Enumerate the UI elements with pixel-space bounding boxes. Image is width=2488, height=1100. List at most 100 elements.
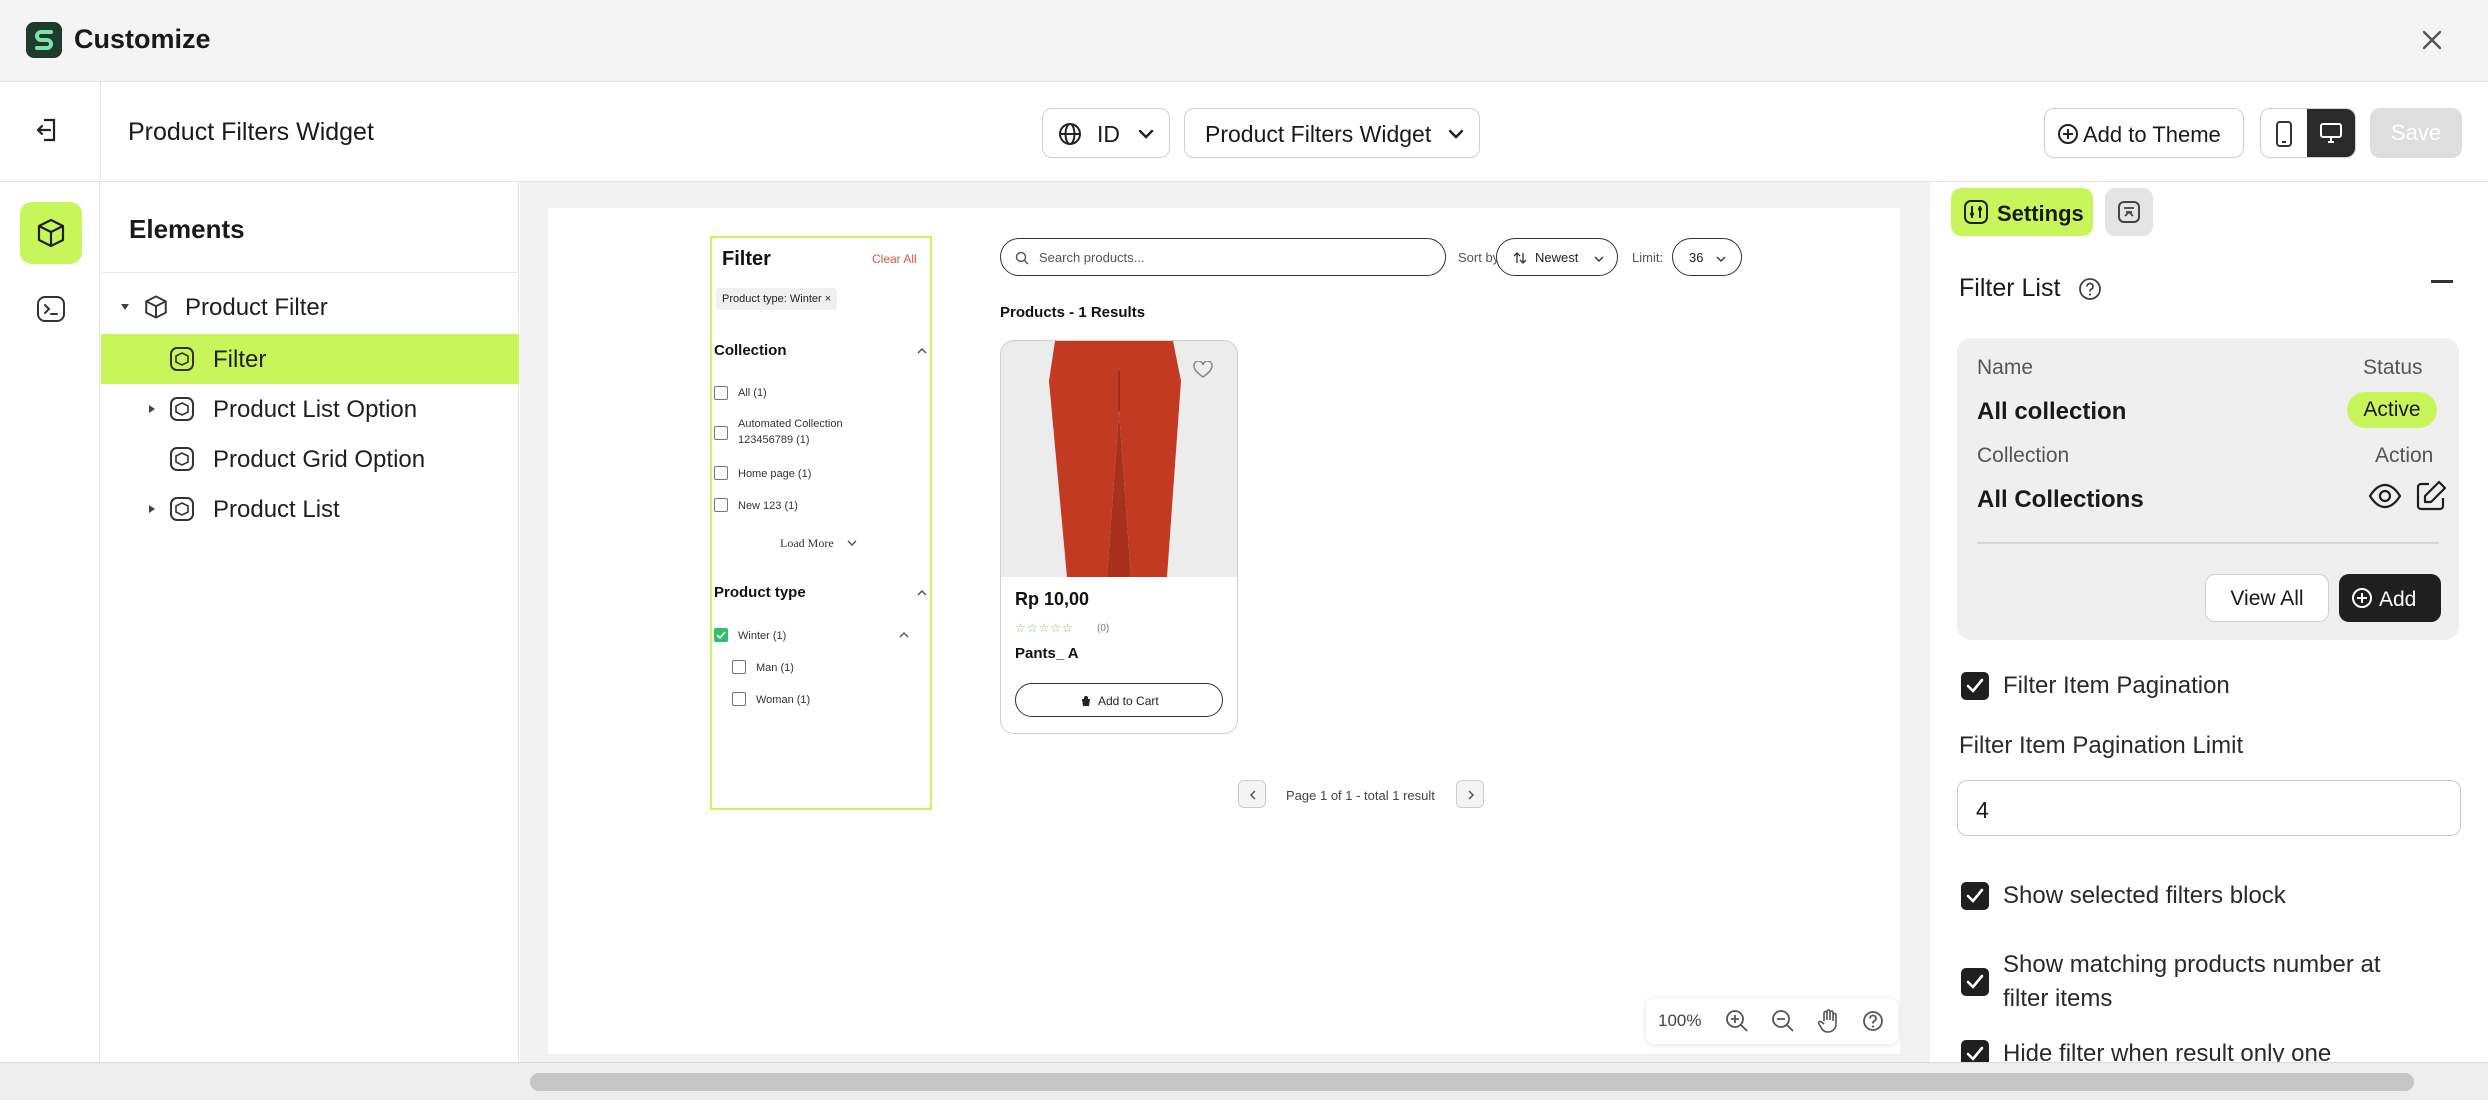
show-matching-label: Show matching products number at bbox=[2003, 951, 2381, 978]
add-filter-button[interactable]: Add bbox=[2339, 574, 2441, 622]
component-icon bbox=[170, 397, 194, 421]
load-more-link[interactable]: Load More bbox=[780, 536, 834, 551]
chevron-left-icon bbox=[1249, 790, 1256, 800]
next-page-button[interactable] bbox=[1456, 780, 1484, 808]
app-logo-icon bbox=[26, 22, 62, 58]
chevron-up-icon[interactable] bbox=[916, 588, 928, 598]
page-title: Product Filters Widget bbox=[128, 118, 374, 146]
horizontal-scrollbar[interactable] bbox=[0, 1062, 2488, 1100]
limit-label: Limit: bbox=[1632, 250, 1664, 265]
add-to-cart-label: Add to Cart bbox=[1098, 694, 1159, 708]
chevron-down-icon bbox=[847, 540, 857, 546]
sort-select[interactable]: Newest bbox=[1496, 238, 1618, 276]
title-bar: Customize bbox=[0, 0, 2488, 82]
chevron-down-icon bbox=[1594, 256, 1604, 262]
add-to-theme-button[interactable]: Add to Theme bbox=[2044, 108, 2244, 158]
prev-page-button[interactable] bbox=[1238, 780, 1266, 808]
filter-option-label: Winter (1) bbox=[738, 630, 787, 642]
view-all-button[interactable]: View All bbox=[2205, 574, 2329, 622]
zoom-in-icon[interactable] bbox=[1724, 1008, 1750, 1034]
eye-icon[interactable] bbox=[2367, 478, 2403, 514]
add-to-theme-label: Add to Theme bbox=[2083, 122, 2221, 147]
tree-item-product-grid-option[interactable]: Product Grid Option bbox=[101, 434, 519, 484]
editor-header: Product Filters Widget ID Product Filter… bbox=[0, 82, 2488, 182]
checkbox[interactable] bbox=[732, 660, 746, 674]
tree-item-label: Product Filter bbox=[185, 294, 328, 321]
product-type-section-title[interactable]: Product type bbox=[714, 584, 806, 601]
chevron-up-icon[interactable] bbox=[898, 630, 910, 640]
widget-select[interactable]: Product Filters Widget bbox=[1184, 108, 1480, 158]
product-card[interactable]: Rp 10,00 ☆☆☆☆☆ (0) Pants_ A Add to Cart bbox=[1000, 340, 1238, 734]
elements-title: Elements bbox=[129, 214, 245, 244]
edit-icon[interactable] bbox=[2413, 478, 2449, 514]
zoom-level: 100% bbox=[1658, 1011, 1702, 1030]
elements-tab-button[interactable] bbox=[20, 202, 82, 264]
desktop-view-button[interactable] bbox=[2307, 109, 2355, 157]
product-name[interactable]: Pants_ A bbox=[1015, 645, 1079, 662]
search-input[interactable]: Search products... bbox=[1000, 238, 1446, 276]
tab-style[interactable] bbox=[2105, 188, 2153, 236]
search-icon bbox=[1015, 251, 1029, 265]
close-icon[interactable] bbox=[2414, 22, 2450, 58]
checkbox[interactable] bbox=[714, 498, 728, 512]
save-button[interactable]: Save bbox=[2370, 108, 2462, 158]
name-label: Name bbox=[1977, 356, 2034, 379]
collection-section-title[interactable]: Collection bbox=[714, 342, 787, 359]
mobile-view-button[interactable] bbox=[2261, 109, 2307, 157]
status-label: Status bbox=[2363, 356, 2423, 379]
hand-pan-icon[interactable] bbox=[1816, 1008, 1842, 1034]
show-matching-checkbox[interactable] bbox=[1961, 968, 1989, 996]
product-image[interactable] bbox=[1001, 341, 1237, 577]
clear-all-link[interactable]: Clear All bbox=[872, 252, 917, 266]
tree-item-product-filter[interactable]: Product Filter bbox=[101, 282, 519, 332]
filter-option-label: New 123 (1) bbox=[738, 500, 798, 512]
preview-page: Filter Clear All Product type: Winter × … bbox=[548, 208, 1900, 1054]
checkbox[interactable] bbox=[732, 692, 746, 706]
language-select[interactable]: ID bbox=[1042, 108, 1170, 158]
card-divider bbox=[1977, 542, 2439, 544]
pagination-checkbox[interactable] bbox=[1961, 672, 1989, 700]
filter-option-label: Home page (1) bbox=[738, 468, 812, 480]
checkbox-checked[interactable] bbox=[714, 628, 728, 642]
elements-divider bbox=[101, 272, 519, 273]
heart-icon[interactable] bbox=[1193, 361, 1213, 379]
sort-icon bbox=[1513, 252, 1527, 264]
style-icon bbox=[2118, 201, 2140, 223]
terminal-icon bbox=[37, 296, 65, 322]
action-label: Action bbox=[2375, 444, 2434, 467]
desktop-icon bbox=[2320, 123, 2342, 143]
code-tab-button[interactable] bbox=[20, 278, 82, 340]
filter-widget[interactable]: Filter Clear All Product type: Winter × … bbox=[710, 236, 932, 810]
cube-icon bbox=[37, 218, 65, 248]
help-icon[interactable] bbox=[1860, 1008, 1886, 1034]
checkbox[interactable] bbox=[714, 466, 728, 480]
tree-item-filter[interactable]: Filter bbox=[101, 334, 519, 384]
chevron-up-icon[interactable] bbox=[916, 346, 928, 356]
filter-option-label: Automated Collection bbox=[738, 418, 843, 430]
limit-select[interactable]: 36 bbox=[1672, 238, 1742, 276]
help-icon[interactable] bbox=[2077, 276, 2103, 302]
caret-right-icon bbox=[149, 505, 155, 513]
tree-item-product-list[interactable]: Product List bbox=[101, 484, 519, 534]
tab-settings[interactable]: Settings bbox=[1951, 188, 2093, 236]
add-filter-label: Add bbox=[2379, 588, 2417, 611]
exit-icon[interactable] bbox=[30, 112, 66, 148]
add-to-cart-button[interactable]: Add to Cart bbox=[1015, 683, 1223, 717]
zoom-out-icon[interactable] bbox=[1770, 1008, 1796, 1034]
filter-option-label: Woman (1) bbox=[756, 694, 811, 706]
product-price: Rp 10,00 bbox=[1015, 589, 1090, 609]
selected-filter-chip[interactable]: Product type: Winter × bbox=[716, 288, 838, 310]
rating-stars: ☆☆☆☆☆ bbox=[1015, 621, 1074, 635]
show-selected-checkbox[interactable] bbox=[1961, 882, 1989, 910]
checkbox[interactable] bbox=[714, 426, 728, 440]
plus-circle-icon bbox=[2352, 588, 2372, 608]
collapse-icon[interactable] bbox=[2431, 280, 2453, 283]
checkbox[interactable] bbox=[714, 386, 728, 400]
scrollbar-thumb[interactable] bbox=[530, 1073, 2414, 1091]
filter-list-card: Name Status All collection Active Collec… bbox=[1957, 338, 2459, 640]
tree-item-product-list-option[interactable]: Product List Option bbox=[101, 384, 519, 434]
limit-value: 36 bbox=[1689, 250, 1704, 265]
left-rail bbox=[0, 182, 100, 1062]
pagination-limit-input[interactable]: 4 bbox=[1957, 780, 2461, 836]
caret-right-icon bbox=[149, 405, 155, 413]
